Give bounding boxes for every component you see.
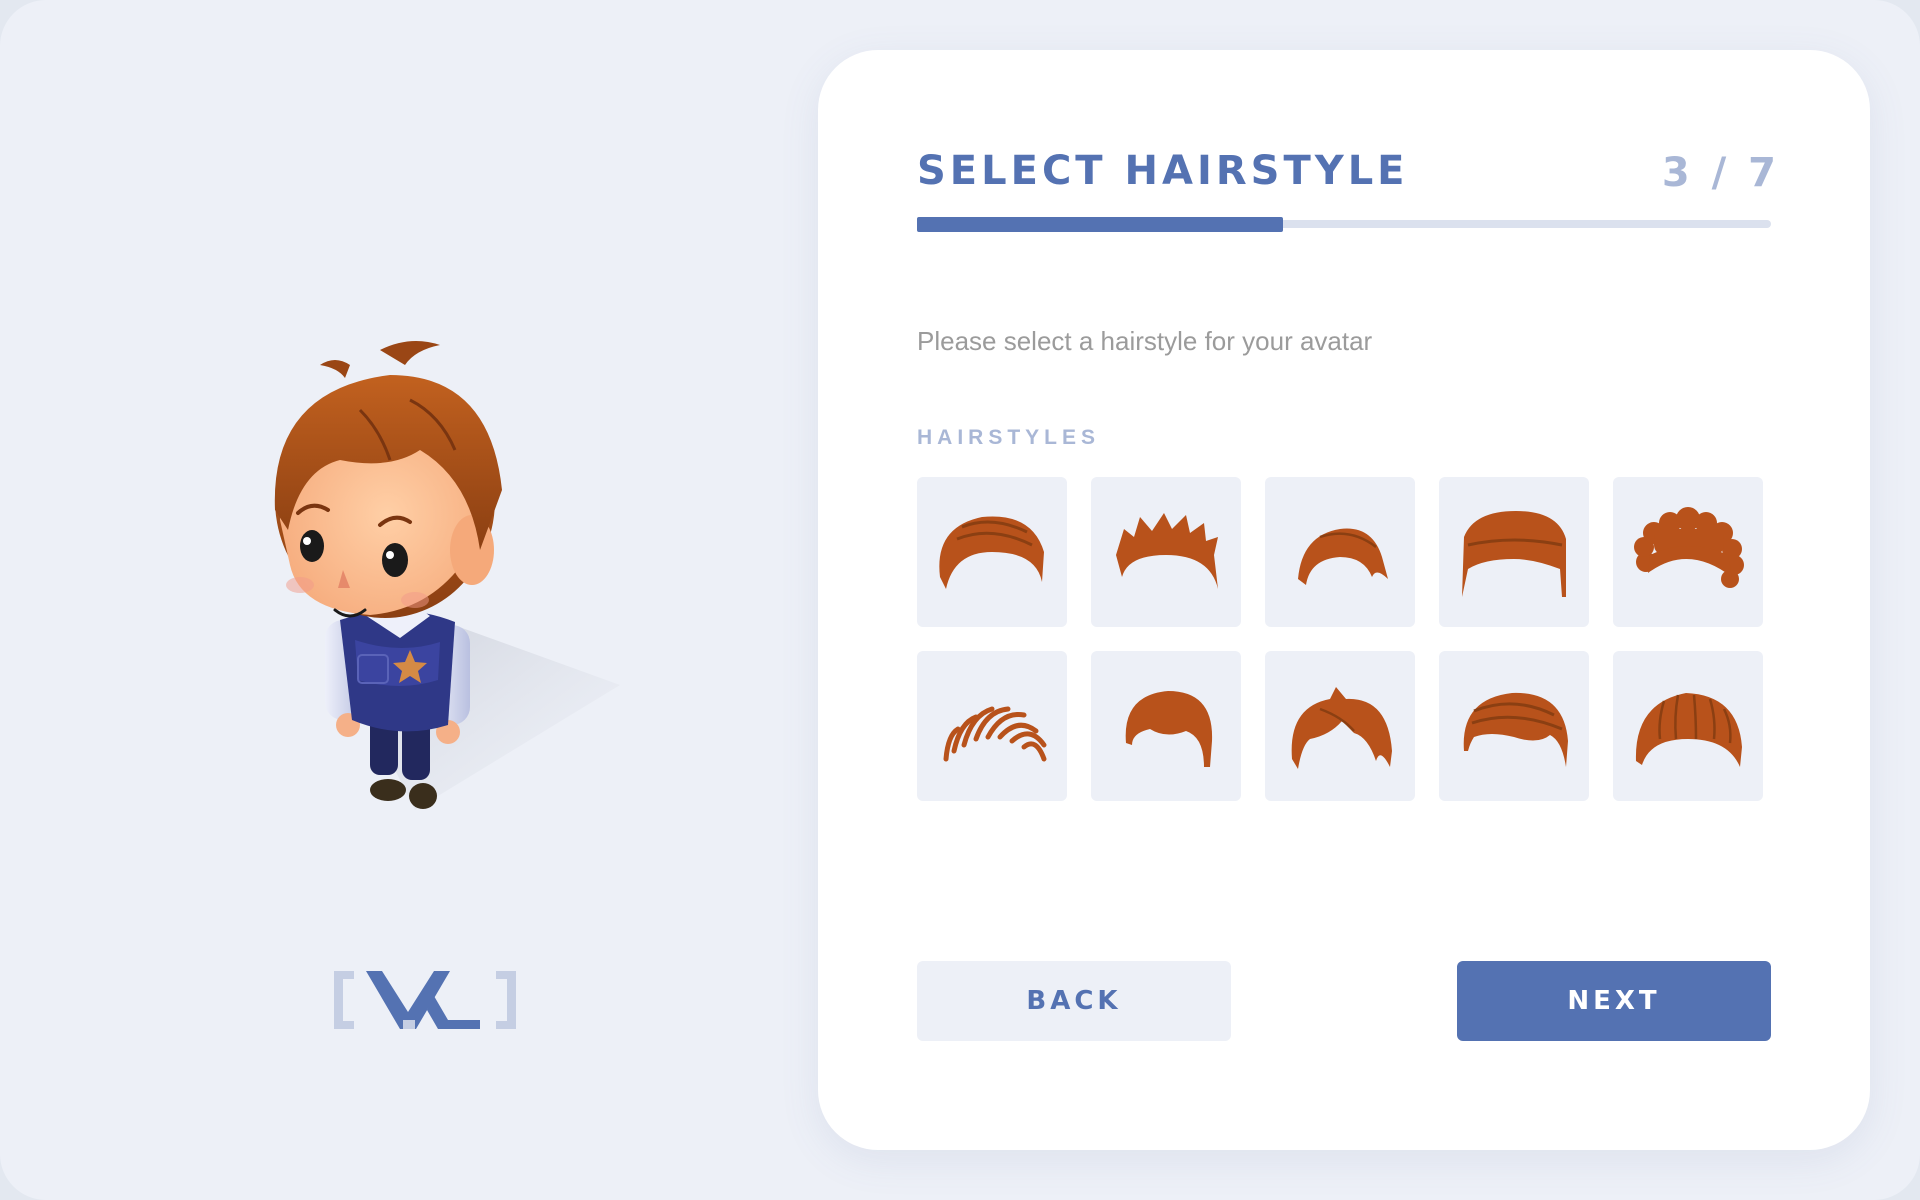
hairstyle-tousled-icon [1291, 687, 1392, 769]
hairstyle-option-6[interactable] [917, 651, 1067, 801]
step-counter: 3 / 7 [1661, 150, 1780, 196]
hairstyle-bowl-cut-icon [1462, 511, 1566, 597]
hairstyle-option-10[interactable] [1613, 651, 1763, 801]
next-button[interactable]: NEXT [1457, 961, 1771, 1041]
hairstyle-option-8[interactable] [1265, 651, 1415, 801]
page-title: SELECT HAIRSTYLE [917, 148, 1409, 194]
hairstyle-option-1[interactable] [917, 477, 1067, 627]
hairstyle-quiff-icon [939, 516, 1044, 589]
app-shell: SELECT HAIRSTYLE 3 / 7 Please select a h… [0, 0, 1920, 1200]
progress-bar [917, 217, 1771, 232]
progress-bar-fill [917, 217, 1284, 232]
hairstyle-side-swept-icon [1298, 528, 1388, 585]
avatar-preview [240, 320, 660, 840]
brand-logo [330, 968, 520, 1032]
hairstyle-bob-icon [1125, 691, 1213, 767]
hairstyle-ridged-icon [1635, 693, 1742, 767]
avatar-character-illustration [274, 341, 620, 810]
hairstyle-grid [917, 477, 1763, 801]
instructions-text: Please select a hairstyle for your avata… [917, 326, 1373, 356]
hairstyle-option-4[interactable] [1439, 477, 1589, 627]
hairstyle-option-5[interactable] [1613, 477, 1763, 627]
hairstyle-option-9[interactable] [1439, 651, 1589, 801]
hairstyle-option-7[interactable] [1091, 651, 1241, 801]
hairstyle-pompadour-icon [1463, 692, 1568, 767]
hairstyle-comb-over-icon [943, 706, 1047, 762]
hairstyle-option-3[interactable] [1265, 477, 1415, 627]
hairstyles-section-label: HAIRSTYLES [917, 426, 1101, 449]
back-button[interactable]: BACK [917, 961, 1231, 1041]
hairstyle-curly-icon [1634, 507, 1744, 588]
hairstyle-selection-card: SELECT HAIRSTYLE 3 / 7 Please select a h… [818, 50, 1870, 1150]
hairstyle-option-2[interactable] [1091, 477, 1241, 627]
hairstyle-spiky-icon [1116, 513, 1218, 589]
